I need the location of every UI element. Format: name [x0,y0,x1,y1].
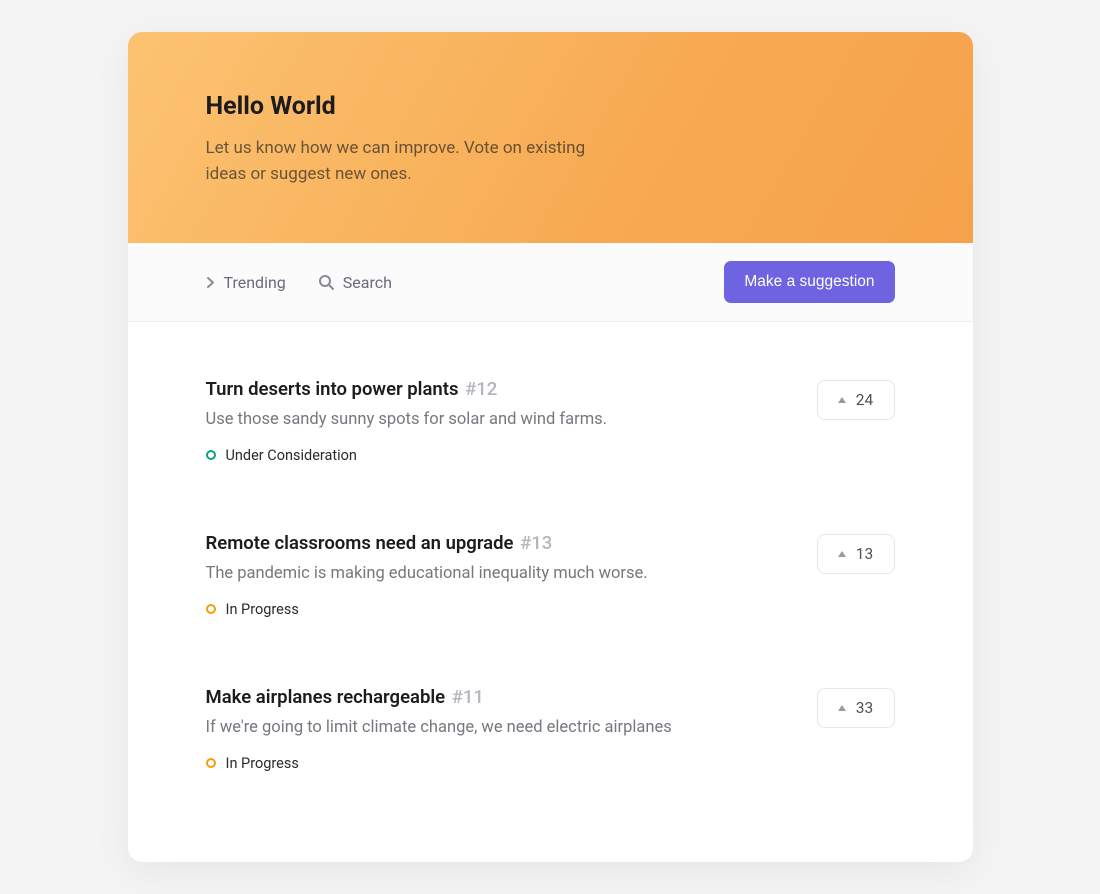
idea-main: Turn deserts into power plants #12 Use t… [206,378,817,464]
idea-list: Turn deserts into power plants #12 Use t… [128,322,973,862]
idea-title[interactable]: Remote classrooms need an upgrade #13 [206,532,787,554]
upvote-icon [838,397,846,403]
vote-button[interactable]: 13 [817,534,895,574]
suggestions-card: Hello World Let us know how we can impro… [128,32,973,863]
status-label: In Progress [226,755,299,772]
idea-title[interactable]: Make airplanes rechargeable #11 [206,686,787,708]
status-dot-icon [206,758,216,768]
idea-hash: #13 [520,532,552,554]
sort-trending[interactable]: Trending [206,273,286,292]
idea-hash: #11 [452,686,484,708]
search-control[interactable]: Search [318,273,392,292]
idea-status: In Progress [206,755,299,772]
search-label: Search [343,273,392,292]
search-icon [318,274,334,290]
upvote-icon [838,551,846,557]
toolbar: Trending Search Make a suggestion [128,243,973,322]
vote-count: 33 [856,699,873,717]
idea-title-text: Make airplanes rechargeable [206,686,446,708]
idea-main: Remote classrooms need an upgrade #13 Th… [206,532,817,618]
sort-label: Trending [224,273,286,292]
vote-count: 13 [856,545,873,563]
vote-count: 24 [856,391,873,409]
hero-title: Hello World [206,92,895,121]
make-suggestion-button[interactable]: Make a suggestion [724,261,894,303]
chevron-right-icon [206,276,215,289]
idea-desc: If we're going to limit climate change, … [206,718,787,737]
idea-desc: Use those sandy sunny spots for solar an… [206,410,787,429]
idea-row: Make airplanes rechargeable #11 If we're… [206,652,895,806]
idea-main: Make airplanes rechargeable #11 If we're… [206,686,817,772]
status-dot-icon [206,450,216,460]
status-label: Under Consideration [226,447,357,464]
idea-row: Turn deserts into power plants #12 Use t… [206,344,895,498]
idea-row: Remote classrooms need an upgrade #13 Th… [206,498,895,652]
idea-status: In Progress [206,601,299,618]
status-dot-icon [206,604,216,614]
status-label: In Progress [226,601,299,618]
upvote-icon [838,705,846,711]
toolbar-left: Trending Search [206,273,392,292]
idea-desc: The pandemic is making educational inequ… [206,564,787,583]
idea-title-text: Turn deserts into power plants [206,378,459,400]
vote-button[interactable]: 33 [817,688,895,728]
vote-button[interactable]: 24 [817,380,895,420]
hero: Hello World Let us know how we can impro… [128,32,973,244]
idea-hash: #12 [465,378,497,400]
idea-title-text: Remote classrooms need an upgrade [206,532,514,554]
idea-status: Under Consideration [206,447,357,464]
idea-title[interactable]: Turn deserts into power plants #12 [206,378,787,400]
hero-subtitle: Let us know how we can improve. Vote on … [206,135,626,188]
